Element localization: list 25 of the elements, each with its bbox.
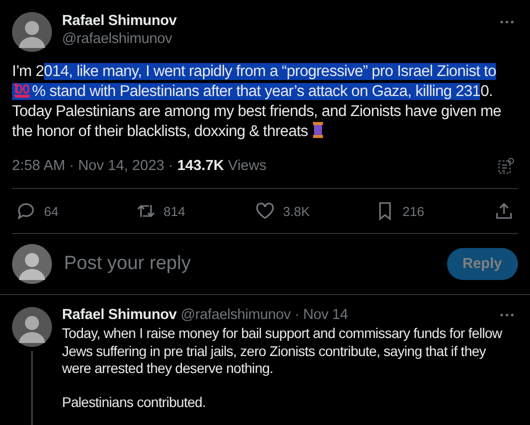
author-handle[interactable]: @rafaelshimunov <box>62 31 490 47</box>
avatar-icon[interactable] <box>12 307 52 347</box>
action-count: 814 <box>164 204 186 218</box>
hundred-points-icon <box>12 82 32 98</box>
action-count: 64 <box>44 204 58 218</box>
author-name[interactable]: Rafael Shimunov <box>62 13 490 29</box>
comment-icon[interactable] <box>16 201 36 221</box>
action-count: 3.8K <box>283 204 310 218</box>
more-icon[interactable] <box>500 20 514 24</box>
thread-spool-icon <box>312 122 324 138</box>
author-handle[interactable]: @rafaelshimunov <box>180 307 291 323</box>
share-icon[interactable] <box>494 201 514 221</box>
reply-field[interactable]: Post your reply <box>64 253 434 275</box>
analytics-icon[interactable] <box>498 158 514 174</box>
avatar-icon[interactable] <box>12 12 52 52</box>
author-name[interactable]: Rafael Shimunov <box>62 307 177 323</box>
action-count: 216 <box>402 204 424 218</box>
post-date: · Nov 14 <box>294 307 348 323</box>
more-icon[interactable] <box>500 313 514 317</box>
timestamp-views: 2:58 AM · Nov 14, 2023 · 143.7K Views <box>12 158 266 174</box>
avatar-icon[interactable] <box>12 244 52 284</box>
reply-text: Palestinians contributed. <box>62 394 207 411</box>
heart-icon[interactable] <box>255 201 275 221</box>
tweet-text: I’m 2014, like many, I went rapidly from a “progressive” pro Israel Zionist to % stand with Palestinians after that year’s attack on Gaza, killing 2310. Today Palestinians are among my best friends, and Zionists have given me the honor of their blacklists, doxxing & threats <box>12 62 502 142</box>
reply-text: Today, when I raise money for bail support and commissary funds for fellow Jews suffering in pre trial jails, zero Zionists contribute, saying that if they were arrested they deserve nothing. <box>62 325 504 378</box>
